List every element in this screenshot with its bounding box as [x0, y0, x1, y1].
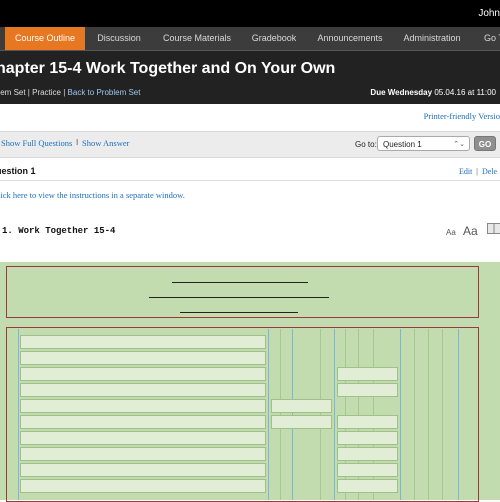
question-label: uestion 1 — [0, 166, 36, 176]
grid-column-line — [442, 329, 443, 500]
question-select[interactable]: Question 1 ⌃⌄ — [377, 136, 470, 151]
account-input[interactable] — [20, 463, 266, 477]
heading-line-3[interactable] — [180, 312, 298, 313]
account-input[interactable] — [20, 479, 266, 493]
account-input[interactable] — [20, 351, 266, 365]
grid-column-line — [414, 329, 415, 500]
instructions-link[interactable]: lick here to view the instructions in a … — [0, 190, 185, 200]
account-input[interactable] — [20, 367, 266, 381]
top-bar: John — [0, 0, 500, 27]
breadcrumb-mode: Practice — [32, 88, 61, 97]
account-input[interactable] — [20, 335, 266, 349]
worksheet-heading-box — [6, 266, 479, 318]
due-label: Due Wednesday — [370, 88, 432, 97]
question-row: uestion 1 Edit | Dele — [0, 162, 500, 181]
nav-go-to[interactable]: Go T — [470, 27, 500, 50]
amount-input[interactable] — [337, 447, 398, 461]
delete-link[interactable]: Dele — [482, 167, 497, 176]
decrease-font-button[interactable]: Aa — [446, 228, 456, 237]
page-title: hapter 15-4 Work Together and On Your Ow… — [0, 60, 335, 78]
amount-input[interactable] — [337, 431, 398, 445]
main-nav: Course Outline Discussion Course Materia… — [0, 27, 500, 51]
grid-column-line — [268, 329, 269, 500]
amount-input[interactable] — [337, 463, 398, 477]
amount-input[interactable] — [337, 415, 398, 429]
edit-link[interactable]: Edit — [459, 167, 472, 176]
amount-input[interactable] — [271, 415, 332, 429]
grid-column-line — [400, 329, 401, 500]
nav-administration[interactable]: Administration — [396, 27, 468, 50]
grid-column-line — [334, 329, 335, 500]
goto-label: Go to: — [355, 140, 377, 149]
breadcrumb-set-type: blem Set — [0, 88, 26, 97]
user-name[interactable]: John — [478, 8, 500, 19]
account-input[interactable] — [20, 383, 266, 397]
heading-line-2[interactable] — [149, 297, 329, 298]
nav-gradebook[interactable]: Gradebook — [244, 27, 304, 50]
back-to-problem-set-link[interactable]: Back to Problem Set — [68, 88, 141, 97]
amount-input[interactable] — [337, 383, 398, 397]
page-header: hapter 15-4 Work Together and On Your Ow… — [0, 51, 500, 104]
show-full-questions-link[interactable]: Show Full Questions — [1, 138, 72, 148]
question-select-value: Question 1 — [383, 140, 422, 149]
problem-title: 1. Work Together 15-4 — [2, 226, 115, 236]
question-toolbar: Show Full Questions I Show Answer Go to:… — [0, 131, 500, 158]
increase-font-button[interactable]: Aa — [463, 224, 478, 238]
grid-column-line — [18, 329, 19, 500]
account-input[interactable] — [20, 415, 266, 429]
nav-discussion[interactable]: Discussion — [88, 27, 150, 50]
account-input[interactable] — [20, 399, 266, 413]
toolbar-separator: I — [76, 138, 78, 147]
heading-line-1[interactable] — [172, 282, 308, 283]
breadcrumb: blem Set | Practice | Back to Problem Se… — [0, 88, 140, 97]
chevron-updown-icon: ⌃⌄ — [453, 137, 465, 152]
nav-course-materials[interactable]: Course Materials — [152, 27, 242, 50]
show-answer-link[interactable]: Show Answer — [82, 138, 129, 148]
printer-friendly-link[interactable]: Printer-friendly Versio — [424, 111, 500, 121]
account-input[interactable] — [20, 431, 266, 445]
amount-input[interactable] — [337, 367, 398, 381]
grid-column-line — [458, 329, 459, 500]
nav-announcements[interactable]: Announcements — [306, 27, 394, 50]
nav-course-outline[interactable]: Course Outline — [5, 27, 85, 50]
due-value: 05.04.16 at 11:00 — [434, 88, 496, 97]
book-icon[interactable] — [487, 223, 500, 234]
account-input[interactable] — [20, 447, 266, 461]
amount-input[interactable] — [337, 479, 398, 493]
question-action-separator: | — [476, 167, 478, 176]
grid-column-line — [428, 329, 429, 500]
due-date: Due Wednesday 05.04.16 at 11:00 — [370, 88, 496, 97]
amount-input[interactable] — [271, 399, 332, 413]
go-button[interactable]: GO — [474, 136, 496, 151]
